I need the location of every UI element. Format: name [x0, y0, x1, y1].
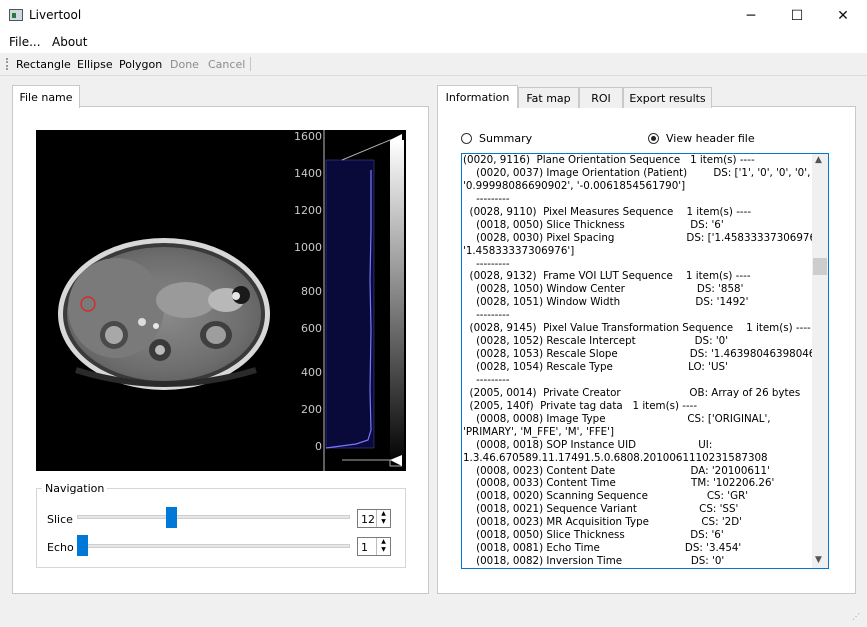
tick-label: 1200: [294, 204, 322, 217]
header-line: (0020, 9116) Plane Orientation Sequence …: [463, 154, 755, 166]
header-lines: (0020, 9116) Plane Orientation Sequence …: [463, 154, 823, 568]
navigation-group: [36, 488, 406, 568]
tab-label: Export results: [629, 91, 706, 105]
maximize-button[interactable]: ☐: [774, 0, 820, 31]
scroll-down-icon[interactable]: ▼: [815, 555, 822, 565]
header-line: (0008, 0023) Content Date DA: '20100611': [463, 464, 770, 477]
histogram[interactable]: [296, 130, 406, 471]
tab-file-name[interactable]: File name: [12, 85, 80, 108]
tick-label: 1600: [294, 130, 322, 143]
echo-label: Echo: [47, 541, 74, 554]
scroll-up-icon[interactable]: ▲: [815, 155, 822, 165]
header-line: (0028, 1054) Rescale Type LO: 'US': [463, 361, 728, 373]
menu-bar: [0, 31, 867, 53]
tab-label: ROI: [591, 91, 611, 105]
navigation-title: Navigation: [42, 482, 108, 495]
slice-slider-handle[interactable]: [166, 507, 177, 528]
header-line: (0020, 0037) Image Orientation (Patient)…: [463, 166, 811, 179]
close-icon: ✕: [837, 7, 849, 24]
menu-file[interactable]: File...: [9, 35, 41, 49]
mri-viewer[interactable]: [36, 130, 406, 471]
header-line: (0018, 0050) Slice Thickness DS: '6': [463, 529, 724, 542]
slice-slider-track[interactable]: [77, 515, 350, 519]
header-line: (0028, 9132) Frame VOI LUT Sequence 1 it…: [463, 270, 751, 283]
menu-about[interactable]: About: [52, 35, 87, 49]
header-line: (0028, 9145) Pixel Value Transformation …: [463, 322, 811, 335]
tick-label: 1000: [294, 241, 322, 254]
tick-label: 600: [301, 322, 322, 335]
tab-information[interactable]: Information: [437, 85, 518, 108]
header-line: (0018, 0081) Echo Time DS: '3.454': [463, 542, 742, 555]
minimize-icon: ─: [746, 7, 756, 24]
header-line: (0018, 0023) MR Acquisition Type CS: '2D…: [463, 516, 742, 529]
slice-spinbox[interactable]: 12 ▲ ▼: [357, 509, 391, 528]
toolbar-grip[interactable]: [6, 58, 10, 70]
slice-spin-arrows[interactable]: ▲ ▼: [376, 510, 390, 527]
summary-radio[interactable]: [461, 133, 472, 144]
maximize-icon: ☐: [790, 7, 804, 24]
tab-roi[interactable]: ROI: [579, 87, 623, 108]
header-line: (0028, 9110) Pixel Measures Sequence 1 i…: [463, 205, 752, 218]
header-line: (0028, 1050) Window Center DS: '858': [463, 283, 744, 296]
header-line: (2005, 140f) Private tag data 1 item(s) …: [463, 399, 698, 412]
tab-label: Information: [445, 90, 510, 104]
header-line: (0008, 0033) Content Time TM: '102206.26…: [463, 477, 775, 490]
rectangle-button[interactable]: Rectangle: [16, 58, 71, 71]
header-line: ---------: [463, 309, 510, 322]
scrollbar-thumb[interactable]: [813, 258, 827, 275]
header-scrollbar[interactable]: [812, 154, 828, 568]
echo-spin-arrows[interactable]: ▲ ▼: [376, 538, 390, 555]
view-header-radio-label[interactable]: View header file: [666, 132, 755, 145]
header-line: (0018, 0021) Sequence Variant CS: 'SS': [463, 503, 739, 516]
polygon-button[interactable]: Polygon: [119, 58, 162, 71]
toolbar-separator: [250, 57, 251, 71]
ellipse-button[interactable]: Ellipse: [77, 58, 113, 71]
header-line: (0008, 0008) Image Type CS: ['ORIGINAL',: [463, 412, 771, 425]
header-line: 1.3.46.670589.11.17491.5.0.6808.20100611…: [463, 451, 768, 464]
header-line: 'PRIMARY', 'M_FFE', 'M', 'FFE']: [463, 425, 615, 438]
echo-value: 1: [361, 541, 368, 554]
done-button[interactable]: Done: [170, 58, 199, 71]
header-line: ---------: [463, 192, 510, 205]
slice-value: 12: [361, 513, 375, 526]
summary-radio-label[interactable]: Summary: [479, 132, 532, 145]
resize-grip-icon[interactable]: ⋰: [852, 612, 860, 621]
tick-label: 200: [301, 403, 322, 416]
tab-fat-map[interactable]: Fat map: [518, 87, 579, 108]
header-line: ---------: [463, 373, 510, 386]
header-line: (0028, 1051) Window Width DS: '1492': [463, 296, 749, 309]
tick-label: 400: [301, 366, 322, 379]
echo-slider-track[interactable]: [77, 544, 350, 548]
header-line: '0.99998086690902', '-0.0061854561790']: [463, 179, 686, 192]
app-icon: [9, 9, 23, 21]
tick-label: 800: [301, 285, 322, 298]
echo-spinbox[interactable]: 1 ▲ ▼: [357, 537, 391, 556]
header-line: (2005, 0014) Private Creator OB: Array o…: [463, 386, 801, 399]
tab-file-name-label: File name: [19, 90, 73, 104]
tick-label: 1400: [294, 167, 322, 180]
header-line: (0028, 1052) Rescale Intercept DS: '0': [463, 335, 729, 348]
tab-label: Fat map: [526, 91, 571, 105]
view-header-radio[interactable]: [648, 133, 659, 144]
header-line: (0018, 0050) Slice Thickness DS: '6': [463, 218, 724, 231]
tick-label: 0: [315, 440, 322, 453]
header-text-view[interactable]: (0020, 9116) Plane Orientation Sequence …: [461, 153, 829, 569]
header-line: (0028, 1053) Rescale Slope DS: '1.463980…: [463, 348, 819, 361]
tab-export-results[interactable]: Export results: [623, 87, 712, 108]
minimize-button[interactable]: ─: [728, 0, 774, 31]
header-line: '1.45833337306976']: [463, 244, 575, 257]
header-line: ---------: [463, 257, 510, 270]
header-line: (0018, 0020) Scanning Sequence CS: 'GR': [463, 490, 749, 503]
header-line: (0018, 0082) Inversion Time DS: '0': [463, 555, 725, 568]
header-line: (0008, 0018) SOP Instance UID UI:: [463, 438, 713, 451]
window-title: Livertool: [29, 8, 82, 22]
slice-label: Slice: [47, 513, 73, 526]
header-line: (0028, 0030) Pixel Spacing DS: ['1.45833…: [463, 231, 823, 244]
close-button[interactable]: ✕: [820, 0, 866, 31]
echo-slider-handle[interactable]: [77, 535, 88, 556]
cancel-button[interactable]: Cancel: [208, 58, 245, 71]
